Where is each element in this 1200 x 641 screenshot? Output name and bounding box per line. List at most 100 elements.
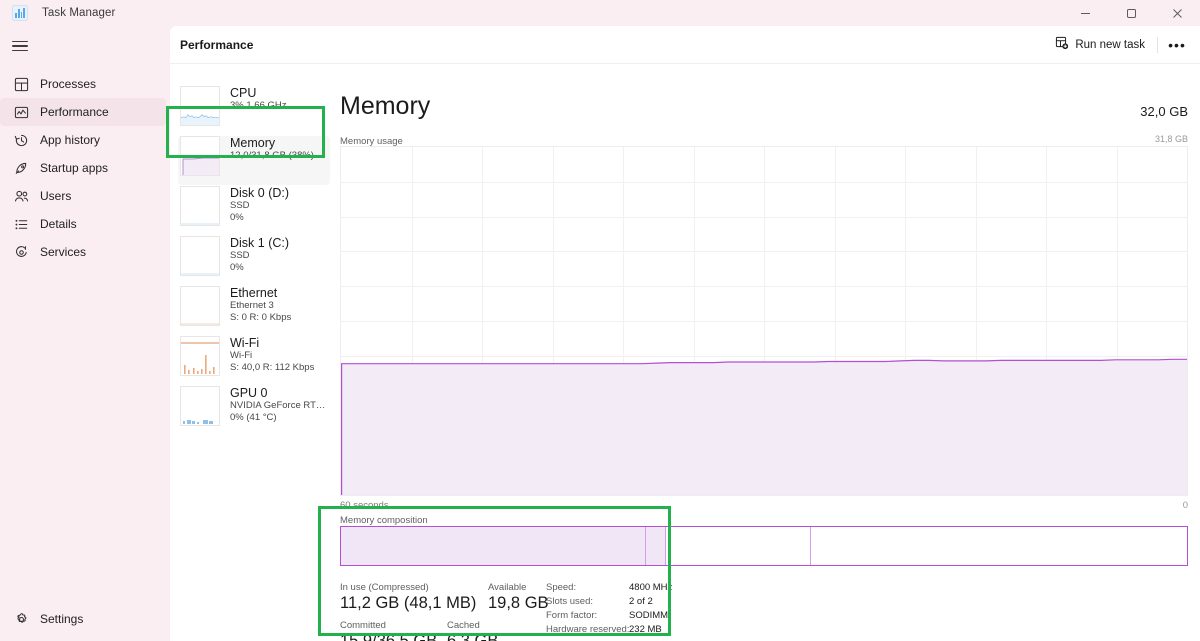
- sidebar-item-startup-apps[interactable]: Startup apps: [0, 154, 170, 182]
- composition-segment-free: [810, 527, 1187, 565]
- disk-0-mini-graph: [180, 186, 220, 226]
- content-header: Performance Run new task •••: [170, 26, 1200, 64]
- perf-item-text: Disk 0 (D:) SSD 0%: [230, 186, 289, 223]
- sidebar-item-label: Details: [40, 217, 77, 231]
- perf-item-line1: Wi-Fi: [230, 350, 253, 361]
- ethernet-mini-graph: [180, 286, 220, 326]
- header-divider: [1157, 36, 1158, 53]
- memory-mini-graph: [180, 136, 220, 176]
- perf-item-text: GPU 0 NVIDIA GeForce RTX ... 0% (41 °C): [230, 386, 326, 423]
- memory-usage-area: [341, 147, 1187, 495]
- perf-item-memory[interactable]: Memory 12,0/31,8 GB (38%): [178, 136, 330, 185]
- sidebar-item-label: App history: [40, 133, 101, 147]
- sidebar-item-app-history[interactable]: App history: [0, 126, 170, 154]
- perf-item-disk-0[interactable]: Disk 0 (D:) SSD 0%: [178, 186, 330, 235]
- cpu-mini-graph: [180, 86, 220, 126]
- sidebar-item-label: Users: [40, 189, 72, 203]
- perf-item-name: Disk 1 (C:): [230, 236, 290, 250]
- memory-composition-label: Memory composition: [340, 515, 428, 526]
- available-value: 19,8 GB: [488, 594, 549, 612]
- detail-title: Memory: [340, 92, 431, 120]
- perf-item-wifi[interactable]: Wi-Fi Wi-Fi S: 40,0 R: 112 Kbps: [178, 336, 330, 385]
- cached-value: 6,3 GB: [447, 632, 499, 641]
- sidebar-item-label: Services: [40, 245, 87, 259]
- committed-value: 15,9/36,5 GB: [340, 632, 438, 641]
- minimize-button[interactable]: [1062, 0, 1108, 26]
- perf-item-name: GPU 0: [230, 386, 268, 400]
- slots-used-key: Slots used:: [546, 596, 593, 607]
- startup-apps-icon: [12, 159, 30, 177]
- memory-usage-graph: [340, 146, 1188, 496]
- sidebar-nav-list: Processes Performance App history Startu…: [0, 70, 170, 266]
- sidebar-item-services[interactable]: Services: [0, 238, 170, 266]
- run-new-task-button[interactable]: Run new task: [1047, 32, 1153, 58]
- perf-item-line1: SSD: [230, 200, 250, 211]
- gpu-0-mini-graph: [180, 386, 220, 426]
- task-manager-window: Task Manager Processes Performance App h…: [0, 0, 1200, 641]
- perf-item-text: Ethernet Ethernet 3 S: 0 R: 0 Kbps: [230, 286, 291, 323]
- perf-item-gpu-0[interactable]: GPU 0 NVIDIA GeForce RTX ... 0% (41 °C): [178, 386, 330, 435]
- sidebar: Processes Performance App history Startu…: [0, 26, 170, 641]
- perf-item-line1: 12,0/31,8 GB (38%): [230, 150, 314, 161]
- gear-icon: [12, 610, 30, 628]
- sidebar-item-label: Settings: [40, 612, 84, 626]
- perf-item-line2: 0%: [230, 261, 244, 273]
- committed-label: Committed: [340, 620, 386, 631]
- sidebar-item-processes[interactable]: Processes: [0, 70, 170, 98]
- graph-time-left-label: 60 seconds: [340, 500, 389, 511]
- processes-icon: [12, 75, 30, 93]
- hw-reserved-value: 232 MB: [629, 624, 662, 635]
- composition-segment-modified: [645, 527, 666, 565]
- perf-item-disk-1[interactable]: Disk 1 (C:) SSD 0%: [178, 236, 330, 285]
- details-icon: [12, 215, 30, 233]
- hamburger-menu-icon: [12, 38, 28, 54]
- sidebar-item-details[interactable]: Details: [0, 210, 170, 238]
- perf-item-line2: 0%: [230, 211, 244, 223]
- users-icon: [12, 187, 30, 205]
- sidebar-item-performance[interactable]: Performance: [0, 98, 166, 126]
- detail-capacity: 32,0 GB: [1140, 104, 1188, 119]
- sidebar-item-settings[interactable]: Settings: [0, 605, 170, 633]
- perf-item-ethernet[interactable]: Ethernet Ethernet 3 S: 0 R: 0 Kbps: [178, 286, 330, 335]
- maximize-button[interactable]: [1108, 0, 1154, 26]
- sidebar-item-users[interactable]: Users: [0, 182, 170, 210]
- perf-item-text: Memory 12,0/31,8 GB (38%): [230, 136, 314, 162]
- hamburger-menu-button[interactable]: [0, 26, 170, 66]
- sidebar-item-label: Processes: [40, 77, 97, 91]
- run-new-task-label: Run new task: [1075, 38, 1145, 51]
- memory-composition-bar[interactable]: [340, 526, 1188, 566]
- page-title: Performance: [180, 37, 254, 52]
- hw-reserved-key: Hardware reserved:: [546, 624, 630, 635]
- form-factor-key: Form factor:: [546, 610, 598, 621]
- close-button[interactable]: [1154, 0, 1200, 26]
- perf-item-name: Wi-Fi: [230, 336, 260, 350]
- perf-item-cpu[interactable]: CPU 3% 1,66 GHz: [178, 86, 330, 135]
- cached-label: Cached: [447, 620, 480, 631]
- perf-item-line2: 0% (41 °C): [230, 411, 277, 423]
- perf-item-name: CPU: [230, 86, 257, 100]
- disk-1-mini-graph: [180, 236, 220, 276]
- performance-resource-list: CPU 3% 1,66 GHz Memory 12,0/31,8 GB (38%…: [170, 64, 330, 641]
- perf-item-line2: S: 0 R: 0 Kbps: [230, 311, 292, 323]
- perf-item-line1: 3% 1,66 GHz: [230, 100, 287, 111]
- composition-segment-in-use: [341, 527, 646, 565]
- memory-stats: In use (Compressed) 11,2 GB (48,1 MB) Av…: [340, 572, 690, 641]
- more-options-button[interactable]: •••: [1162, 32, 1192, 58]
- app-history-icon: [12, 131, 30, 149]
- perf-item-name: Disk 0 (D:): [230, 186, 290, 200]
- memory-detail-panel: Memory 32,0 GB Memory usage 31,8 GB 60 s…: [330, 64, 1200, 641]
- window-title: Task Manager: [42, 7, 116, 19]
- services-icon: [12, 243, 30, 261]
- perf-item-line1: Ethernet 3: [230, 300, 274, 311]
- perf-item-line1: NVIDIA GeForce RTX ...: [230, 400, 326, 411]
- run-new-task-icon: [1055, 36, 1069, 53]
- in-use-label: In use (Compressed): [340, 582, 429, 593]
- graph-time-right-label: 0: [1182, 500, 1188, 511]
- graph-max-label: 31,8 GB: [1154, 134, 1188, 144]
- task-manager-icon: [12, 5, 28, 21]
- speed-key: Speed:: [546, 582, 577, 593]
- sidebar-item-label: Performance: [40, 105, 109, 119]
- perf-item-name: Ethernet: [230, 286, 278, 300]
- perf-item-line2: S: 40,0 R: 112 Kbps: [230, 361, 315, 373]
- available-label: Available: [488, 582, 527, 593]
